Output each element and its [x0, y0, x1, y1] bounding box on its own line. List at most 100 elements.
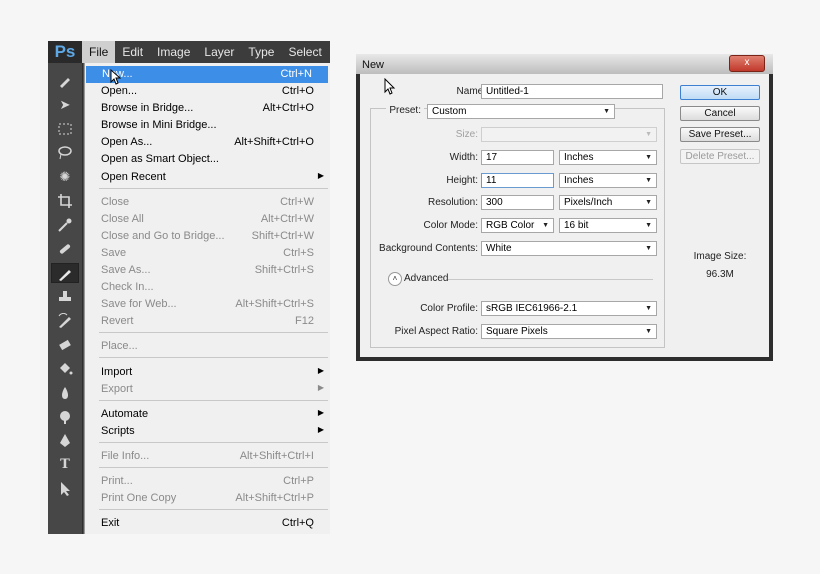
menu-select[interactable]: Select — [281, 41, 328, 63]
pixel-aspect-ratio-select[interactable]: Square Pixels ▼ — [481, 324, 657, 339]
submenu-arrow-icon: ▶ — [317, 408, 324, 417]
menu-item-print-one-copy[interactable]: Print One Copy Alt+Shift+Ctrl+P — [85, 490, 330, 507]
menu-separator — [99, 467, 328, 468]
save-preset-button[interactable]: Save Preset... — [680, 127, 760, 142]
menu-layer[interactable]: Layer — [197, 41, 241, 63]
menu-item-place[interactable]: Place... — [85, 338, 330, 355]
height-field[interactable]: 11 — [481, 173, 554, 188]
menubar: File Edit Image Layer Type Select F — [82, 41, 330, 63]
menu-item-export[interactable]: Export ▶ — [85, 381, 330, 398]
menu-item-label: Print One Copy — [101, 492, 177, 504]
dodge-icon[interactable] — [51, 407, 79, 427]
menu-type[interactable]: Type — [241, 41, 281, 63]
menu-item-import[interactable]: Import ▶ — [85, 364, 330, 381]
marquee-icon[interactable] — [51, 119, 79, 139]
submenu-arrow-icon: ▶ — [317, 425, 324, 434]
history-brush-icon[interactable] — [51, 311, 79, 331]
path-select-icon[interactable] — [51, 479, 79, 499]
pen-icon[interactable] — [51, 431, 79, 451]
advanced-divider — [448, 279, 653, 280]
menu-item-print[interactable]: Print... Ctrl+P — [85, 473, 330, 490]
menu-item-close-all[interactable]: Close All Alt+Ctrl+W — [85, 211, 330, 228]
delete-preset-button[interactable]: Delete Preset... — [680, 149, 760, 164]
menu-item-label: Scripts — [101, 425, 135, 437]
image-size-value: 96.3M — [706, 269, 734, 280]
ok-button[interactable]: OK — [680, 85, 760, 100]
menu-item-open[interactable]: Open... Ctrl+O — [85, 83, 330, 100]
background-contents-value: White — [486, 243, 512, 254]
menu-item-shortcut: Shift+Ctrl+S — [254, 264, 314, 276]
eyedropper-icon[interactable] — [51, 215, 79, 235]
menu-item-new[interactable]: New... Ctrl+N — [86, 66, 328, 83]
menu-separator — [99, 509, 328, 510]
chevron-down-icon: ▼ — [542, 222, 549, 229]
resolution-unit-select[interactable]: Pixels/Inch ▼ — [559, 195, 657, 210]
menu-item-save-as[interactable]: Save As... Shift+Ctrl+S — [85, 262, 330, 279]
collapse-icon[interactable]: ˄ — [388, 272, 402, 286]
menu-item-label: File Info... — [101, 450, 150, 462]
menu-image[interactable]: Image — [150, 41, 197, 63]
color-mode-select[interactable]: RGB Color ▼ — [481, 218, 554, 233]
menu-item-close[interactable]: Close Ctrl+W — [85, 194, 330, 211]
color-mode-value: RGB Color — [486, 220, 535, 231]
eraser-icon[interactable] — [51, 335, 79, 355]
name-field[interactable]: Untitled-1 — [481, 84, 663, 99]
crop-icon[interactable] — [51, 191, 79, 211]
close-icon[interactable]: x — [729, 55, 765, 72]
menu-file[interactable]: File — [82, 41, 116, 63]
menu-separator — [99, 400, 328, 401]
menu-item-close-go-bridge[interactable]: Close and Go to Bridge... Shift+Ctrl+W — [85, 228, 330, 245]
menu-item-browse-bridge[interactable]: Browse in Bridge... Alt+Ctrl+O — [85, 100, 330, 117]
height-unit-select[interactable]: Inches ▼ — [559, 173, 657, 188]
menu-item-automate[interactable]: Automate ▶ — [85, 406, 330, 423]
menu-item-label: Open as Smart Object... — [101, 153, 219, 165]
menu-item-label: Close and Go to Bridge... — [101, 230, 225, 242]
menu-item-open-as[interactable]: Open As... Alt+Shift+Ctrl+O — [85, 134, 330, 151]
menu-item-shortcut: Alt+Shift+Ctrl+I — [239, 450, 314, 462]
stamp-icon[interactable] — [51, 287, 79, 307]
width-unit-select[interactable]: Inches ▼ — [559, 150, 657, 165]
preset-select[interactable]: Custom ▼ — [427, 104, 615, 119]
width-field[interactable]: 17 — [481, 150, 554, 165]
resolution-field[interactable]: 300 — [481, 195, 554, 210]
size-select[interactable]: ▼ — [481, 127, 657, 142]
menu-item-label: Revert — [101, 315, 134, 327]
magic-wand-icon[interactable]: ✺ — [51, 167, 79, 187]
chevron-down-icon: ▼ — [603, 108, 610, 115]
background-contents-select[interactable]: White ▼ — [481, 241, 657, 256]
menu-separator — [99, 188, 328, 189]
menu-item-scripts[interactable]: Scripts ▶ — [85, 423, 330, 440]
menu-item-save-for-web[interactable]: Save for Web... Alt+Shift+Ctrl+S — [85, 296, 330, 313]
preset-label: Preset: — [386, 105, 424, 116]
pixel-aspect-ratio-value: Square Pixels — [486, 326, 548, 337]
menu-item-file-info[interactable]: File Info... Alt+Shift+Ctrl+I — [85, 448, 330, 465]
type-icon[interactable]: T — [51, 455, 79, 475]
menu-separator — [99, 442, 328, 443]
color-profile-select[interactable]: sRGB IEC61966-2.1 ▼ — [481, 301, 657, 316]
brush-icon[interactable] — [51, 71, 79, 91]
cancel-button[interactable]: Cancel — [680, 106, 760, 121]
menu-item-label: Print... — [101, 475, 133, 487]
menu-item-revert[interactable]: Revert F12 — [85, 313, 330, 330]
menu-item-save[interactable]: Save Ctrl+S — [85, 245, 330, 262]
menu-filter[interactable]: F — [329, 41, 330, 63]
menu-item-shortcut: F12 — [295, 315, 314, 327]
healing-icon[interactable] — [51, 239, 79, 259]
brush-tool-icon[interactable] — [51, 263, 79, 283]
menu-item-open-smart-object[interactable]: Open as Smart Object... — [85, 151, 330, 168]
lasso-icon[interactable] — [51, 143, 79, 163]
submenu-arrow-icon: ▶ — [317, 383, 324, 392]
menu-item-label: Browse in Mini Bridge... — [101, 119, 217, 131]
blur-icon[interactable] — [51, 383, 79, 403]
bit-depth-select[interactable]: 16 bit ▼ — [559, 218, 657, 233]
bucket-icon[interactable] — [51, 359, 79, 379]
menu-item-shortcut: Ctrl+N — [280, 68, 312, 80]
menu-edit[interactable]: Edit — [115, 41, 150, 63]
menu-item-open-recent[interactable]: Open Recent ▶ — [85, 169, 330, 186]
move-icon[interactable]: ➤ — [51, 95, 79, 115]
menu-item-check-in[interactable]: Check In... — [85, 279, 330, 296]
menu-item-browse-mini-bridge[interactable]: Browse in Mini Bridge... — [85, 117, 330, 134]
preset-value: Custom — [432, 106, 467, 117]
pixel-aspect-ratio-label: Pixel Aspect Ratio: — [394, 326, 478, 337]
menu-item-exit[interactable]: Exit Ctrl+Q — [85, 515, 330, 532]
